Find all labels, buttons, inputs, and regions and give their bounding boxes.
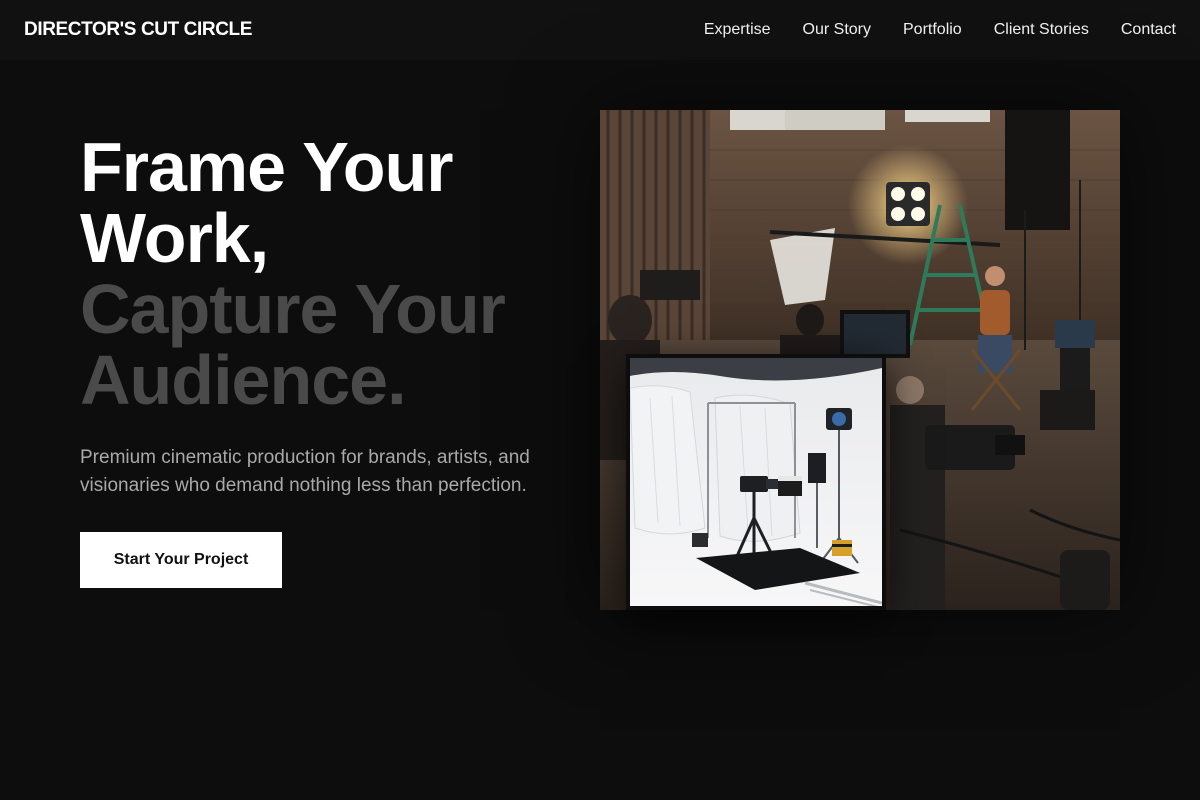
main-nav: Expertise Our Story Portfolio Client Sto… bbox=[704, 21, 1176, 39]
top-navigation-bar: DIRECTOR'S CUT CIRCLE Expertise Our Stor… bbox=[0, 0, 1200, 60]
brand-logo[interactable]: DIRECTOR'S CUT CIRCLE bbox=[24, 19, 252, 41]
headline-line-1: Frame Your bbox=[80, 128, 454, 206]
nav-link-expertise[interactable]: Expertise bbox=[704, 21, 771, 39]
studio-illustration bbox=[630, 358, 882, 606]
start-project-button[interactable]: Start Your Project bbox=[80, 532, 282, 588]
hero-subtitle: Premium cinematic production for brands,… bbox=[80, 447, 530, 496]
nav-link-contact[interactable]: Contact bbox=[1121, 21, 1176, 39]
hero-headline: Frame Your Work, Capture Your Audience. bbox=[80, 132, 600, 416]
nav-link-client-stories[interactable]: Client Stories bbox=[994, 21, 1089, 39]
hero-section: Frame Your Work, Capture Your Audience. … bbox=[80, 132, 600, 500]
studio-inset-photo bbox=[626, 354, 886, 610]
headline-line-3: Capture Your bbox=[80, 270, 506, 348]
nav-link-our-story[interactable]: Our Story bbox=[803, 21, 871, 39]
nav-link-portfolio[interactable]: Portfolio bbox=[903, 21, 962, 39]
headline-line-2: Work, bbox=[80, 199, 269, 277]
headline-line-4: Audience. bbox=[80, 341, 407, 419]
